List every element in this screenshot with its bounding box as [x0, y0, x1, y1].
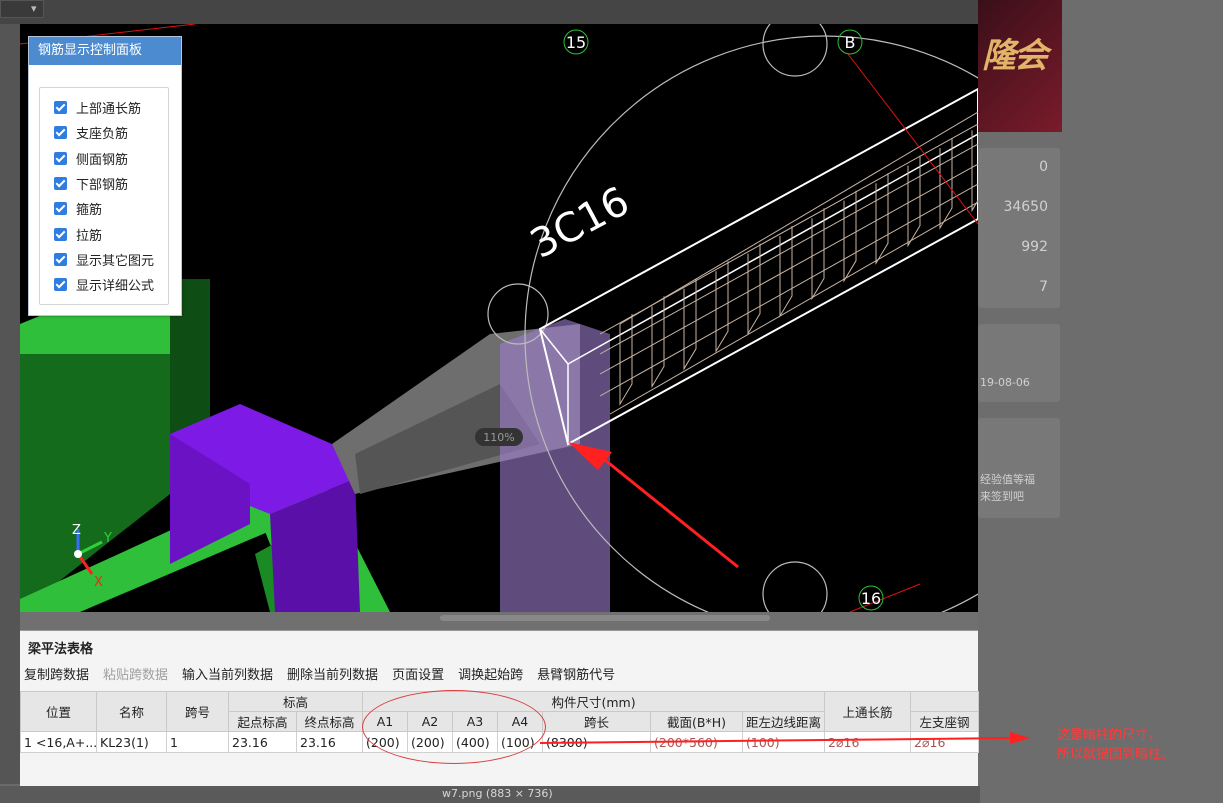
- checkbox-checked-icon[interactable]: [54, 227, 67, 241]
- stat-value: 7: [1039, 279, 1048, 295]
- banner-text: 隆会: [982, 36, 1048, 76]
- cell-elev-end[interactable]: 23.16: [295, 731, 364, 753]
- column-circle: [524, 35, 978, 612]
- axis-z-label: Z: [72, 523, 81, 538]
- rebar-display-control-panel: 钢筋显示控制面板 上部通长筋 支座负筋 侧面钢筋 下部钢筋 箍筋 拉筋 显示其它…: [28, 36, 182, 316]
- notice-line: 来签到吧: [980, 490, 1024, 503]
- red-grid-line: [847, 53, 978, 225]
- checkbox-label: 箍筋: [76, 203, 103, 219]
- background-date-card: [978, 324, 1060, 402]
- small-circle-bottom: [762, 561, 828, 612]
- checkbox-checked-icon[interactable]: [54, 126, 67, 140]
- checkbox-label: 显示其它图元: [76, 253, 155, 269]
- header-edge-distance[interactable]: 距左边线距离: [742, 711, 826, 732]
- cell-position[interactable]: 1 <16,A+...: [20, 731, 97, 753]
- checkbox-show-detailed-formula[interactable]: 显示详细公式: [40, 272, 168, 297]
- small-circle-top: [762, 24, 828, 77]
- checkbox-label: 上部通长筋: [76, 102, 142, 118]
- axis-x-label: X: [94, 575, 103, 590]
- header-elevation[interactable]: 标高: [227, 691, 364, 712]
- header-blank: [910, 691, 980, 712]
- row-index: 1: [24, 734, 32, 750]
- background-toolbar: [0, 0, 980, 24]
- header-name[interactable]: 名称: [96, 691, 167, 732]
- rebar-spec-label: 3C16: [523, 178, 637, 268]
- stat-value: 0: [1039, 159, 1048, 175]
- cell-span-no[interactable]: 1: [166, 731, 229, 753]
- zoom-badge: 110%: [483, 431, 514, 444]
- footer-filename: w7.png (883 × 736): [442, 787, 553, 800]
- header-span-no[interactable]: 跨号: [166, 691, 229, 732]
- swap-start-span-button[interactable]: 调换起始跨: [458, 665, 531, 687]
- date-fragment: 19-08-06: [980, 376, 1030, 389]
- background-dropdown[interactable]: ▾: [0, 0, 44, 18]
- background-left-column: [0, 24, 20, 784]
- header-span-length[interactable]: 跨长: [542, 711, 652, 732]
- chevron-down-icon: ▾: [31, 2, 37, 15]
- checkbox-checked-icon[interactable]: [54, 252, 67, 266]
- delete-column-data-button[interactable]: 删除当前列数据: [287, 665, 386, 687]
- annotation-line: 这是暗柱的尺寸，: [1057, 728, 1162, 743]
- splitter-handle[interactable]: [440, 615, 770, 621]
- stirrup: [875, 173, 889, 266]
- red-long-arrow-annotation: [540, 732, 1030, 744]
- screen: ▾ 隆会 0 34650 992 7 19-08-06 经验值等福 来签到吧 w…: [0, 0, 1223, 803]
- header-top-rebar[interactable]: 上通长筋: [824, 691, 912, 732]
- page-setup-button[interactable]: 页面设置: [392, 665, 452, 687]
- cell-name[interactable]: KL23(1): [96, 731, 167, 753]
- panel-title: 钢筋显示控制面板: [29, 37, 181, 65]
- rebar-cage: [599, 111, 978, 415]
- axis-y-label: Y: [103, 531, 112, 546]
- cantilever-rebar-code-button[interactable]: 悬臂钢筋代号: [537, 665, 623, 687]
- input-column-data-button[interactable]: 输入当前列数据: [182, 665, 281, 687]
- header-position[interactable]: 位置: [20, 691, 97, 732]
- header-left-support[interactable]: 左支座钢: [910, 711, 980, 732]
- beam-edge: [567, 133, 978, 365]
- paste-span-data-button[interactable]: 粘贴跨数据: [103, 665, 176, 687]
- cell-elev-start[interactable]: 23.16: [228, 731, 297, 753]
- notice-line: 经验值等福: [980, 473, 1035, 486]
- checkbox-label: 下部钢筋: [76, 178, 129, 194]
- red-ellipse-annotation: [362, 690, 546, 764]
- checkbox-checked-icon[interactable]: [54, 177, 67, 191]
- checkbox-label: 显示详细公式: [76, 279, 155, 295]
- copy-span-data-button[interactable]: 复制跨数据: [24, 665, 97, 687]
- table-toolbar: 复制跨数据 粘贴跨数据 输入当前列数据 删除当前列数据 页面设置 调换起始跨 悬…: [24, 665, 629, 687]
- stat-value: 34650: [1003, 199, 1048, 215]
- table-title: 梁平法表格: [28, 642, 94, 657]
- checkbox-bottom-rebar[interactable]: 下部钢筋: [40, 171, 168, 196]
- stirrups: [619, 130, 978, 406]
- checkbox-show-other-elements[interactable]: 显示其它图元: [40, 247, 168, 272]
- checkbox-support-negative-rebar[interactable]: 支座负筋: [40, 120, 168, 145]
- checkbox-checked-icon[interactable]: [54, 151, 67, 165]
- checkbox-checked-icon[interactable]: [54, 278, 67, 292]
- checkbox-stirrup[interactable]: 箍筋: [40, 196, 168, 221]
- grid-label-16: 16: [858, 585, 884, 611]
- rebar-checkbox-list: 上部通长筋 支座负筋 侧面钢筋 下部钢筋 箍筋 拉筋 显示其它图元 显示详细公式: [39, 87, 169, 305]
- grid-label-15: 15: [563, 29, 589, 55]
- header-elev-end[interactable]: 终点标高: [295, 711, 364, 732]
- checkbox-top-continuous-rebar[interactable]: 上部通长筋: [40, 95, 168, 120]
- checkbox-checked-icon[interactable]: [54, 101, 67, 115]
- grid-label-16-text: 16: [861, 589, 881, 608]
- checkbox-checked-icon[interactable]: [54, 202, 67, 216]
- position-value: <16,A+...: [35, 734, 97, 750]
- background-banner: 隆会: [978, 0, 1062, 132]
- checkbox-label: 拉筋: [76, 228, 103, 244]
- checkbox-label: 支座负筋: [76, 127, 129, 143]
- header-elev-start[interactable]: 起点标高: [228, 711, 297, 732]
- checkbox-label: 侧面钢筋: [76, 152, 129, 168]
- annotation-note: 这是暗柱的尺寸， 所以就锚固到暗柱。: [1057, 726, 1174, 764]
- grid-label-b-text: B: [845, 33, 856, 52]
- header-section[interactable]: 截面(B*H): [650, 711, 744, 732]
- checkbox-tie-bar[interactable]: 拉筋: [40, 221, 168, 246]
- grid-label-b: B: [837, 29, 863, 55]
- annotation-line: 所以就锚固到暗柱。: [1057, 747, 1175, 762]
- checkbox-side-rebar[interactable]: 侧面钢筋: [40, 146, 168, 171]
- grid-label-15-text: 15: [566, 33, 586, 52]
- stat-value: 992: [1021, 239, 1048, 255]
